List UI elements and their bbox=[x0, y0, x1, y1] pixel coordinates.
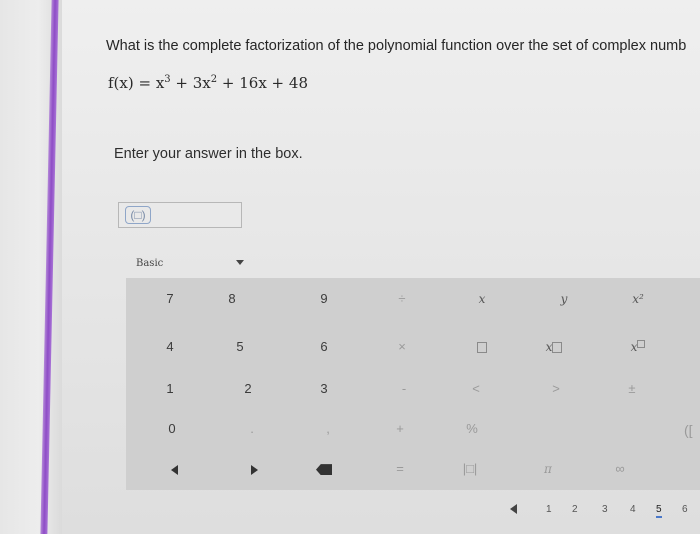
key-decimal[interactable]: . bbox=[222, 414, 282, 444]
page-1[interactable]: 1 bbox=[546, 504, 552, 515]
arrow-left-icon bbox=[170, 464, 178, 475]
key-7[interactable]: 7 bbox=[140, 284, 200, 314]
key-comma[interactable]: , bbox=[298, 414, 358, 444]
page-4[interactable]: 4 bbox=[630, 504, 636, 515]
equation-rest: + 16x + 48 bbox=[217, 74, 308, 92]
key-exponent[interactable]: x bbox=[608, 332, 668, 362]
key-equals[interactable]: = bbox=[370, 454, 430, 484]
page-6[interactable]: 6 bbox=[682, 504, 688, 515]
answer-placeholder-slot[interactable]: (□) bbox=[125, 206, 151, 224]
mixed-fraction-icon bbox=[552, 342, 563, 353]
exponent-icon bbox=[637, 340, 646, 348]
key-plus-minus[interactable]: ± bbox=[602, 374, 662, 404]
answer-instruction: Enter your answer in the box. bbox=[114, 146, 303, 162]
key-percent[interactable]: % bbox=[442, 414, 502, 444]
key-5[interactable]: 5 bbox=[210, 332, 270, 362]
key-divide[interactable]: ÷ bbox=[372, 284, 432, 314]
key-variable-y[interactable]: y bbox=[534, 284, 594, 314]
key-fraction[interactable] bbox=[452, 332, 512, 362]
key-1[interactable]: 1 bbox=[140, 374, 200, 404]
key-absolute-value[interactable]: |□| bbox=[440, 454, 500, 484]
key-backspace[interactable] bbox=[294, 454, 354, 484]
key-x-squared[interactable]: x² bbox=[608, 284, 668, 314]
key-8[interactable]: 8 bbox=[202, 284, 262, 314]
key-infinity[interactable]: ∞ bbox=[590, 454, 650, 484]
key-9[interactable]: 9 bbox=[294, 284, 354, 314]
key-pi[interactable]: π bbox=[518, 454, 578, 484]
page-3[interactable]: 3 bbox=[602, 504, 608, 515]
math-keypad: 7 8 9 ÷ x y x² 4 5 6 × x x 1 2 3 - < > ±… bbox=[126, 278, 700, 490]
key-minus[interactable]: - bbox=[374, 374, 434, 404]
arrow-right-icon bbox=[250, 464, 258, 475]
key-2[interactable]: 2 bbox=[218, 374, 278, 404]
key-plus[interactable]: + bbox=[370, 414, 430, 444]
key-4[interactable]: 4 bbox=[140, 332, 200, 362]
key-multiply[interactable]: × bbox=[372, 332, 432, 362]
equation-lhs: f(x) = x bbox=[108, 74, 165, 92]
question-text: What is the complete factorization of th… bbox=[106, 38, 687, 54]
key-3[interactable]: 3 bbox=[294, 374, 354, 404]
answer-input[interactable]: (□) bbox=[118, 202, 242, 228]
equation-term-2: + 3x bbox=[170, 74, 211, 92]
key-variable-x[interactable]: x bbox=[452, 284, 512, 314]
key-cursor-left[interactable] bbox=[144, 454, 204, 484]
page-5[interactable]: 5 bbox=[656, 504, 662, 518]
key-greater-than[interactable]: > bbox=[526, 374, 586, 404]
chevron-down-icon[interactable] bbox=[236, 260, 244, 265]
key-less-than[interactable]: < bbox=[446, 374, 506, 404]
fraction-icon bbox=[477, 342, 487, 353]
page-2[interactable]: 2 bbox=[572, 504, 578, 515]
palette-mode-select[interactable]: Basic bbox=[136, 258, 163, 269]
key-6[interactable]: 6 bbox=[294, 332, 354, 362]
pager-prev[interactable] bbox=[510, 504, 517, 524]
polynomial-equation: f(x) = x3 + 3x2 + 16x + 48 bbox=[108, 74, 308, 92]
chevron-left-icon bbox=[510, 504, 517, 515]
key-parenthesis-partial[interactable]: ([ bbox=[684, 422, 693, 438]
palette-header: Basic bbox=[126, 252, 700, 278]
key-cursor-right[interactable] bbox=[224, 454, 284, 484]
backspace-icon bbox=[316, 464, 332, 476]
key-0[interactable]: 0 bbox=[142, 414, 202, 444]
key-mixed-fraction[interactable]: x bbox=[524, 332, 584, 362]
